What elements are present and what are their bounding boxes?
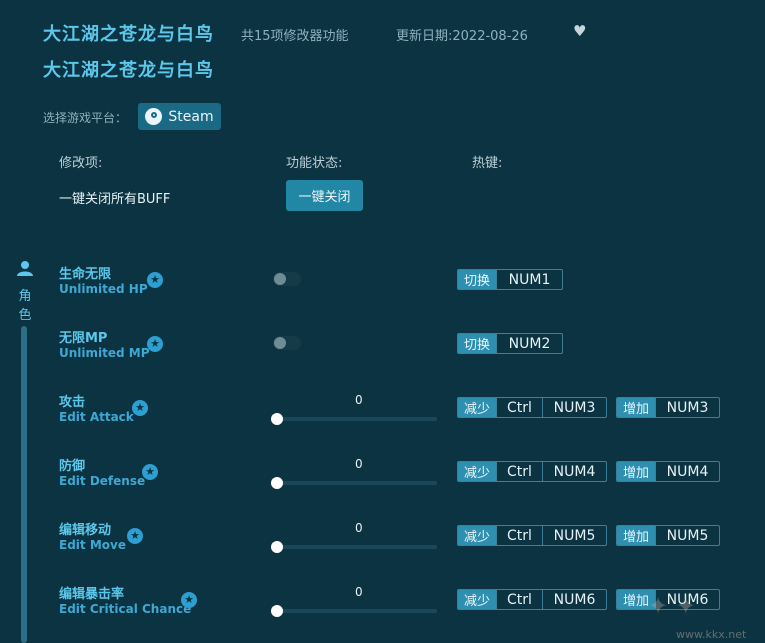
scrollbar[interactable]: [21, 326, 27, 643]
mod-name-cn: 编辑暴击率: [59, 587, 125, 602]
star-icon[interactable]: ★: [181, 592, 197, 608]
mod-name-en: Unlimited HP: [59, 282, 148, 296]
slider-track[interactable]: [276, 545, 437, 549]
hotkey-key: NUM2: [496, 334, 562, 353]
hotkey-group[interactable]: 增加 NUM3: [616, 397, 720, 418]
hotkey-key: NUM3: [655, 398, 719, 417]
platform-label: 选择游戏平台：: [43, 111, 128, 125]
update-date: 更新日期:2022-08-26: [396, 29, 528, 44]
column-status: 功能状态:: [286, 156, 343, 171]
column-mod: 修改项:: [59, 156, 103, 171]
steam-icon: [145, 108, 163, 125]
hotkey-key: NUM3: [542, 398, 606, 417]
hotkey-tag: 切换: [458, 270, 496, 289]
hotkey-key: Ctrl: [496, 526, 542, 545]
hotkey-group[interactable]: 减少 Ctrl NUM5: [457, 525, 607, 546]
slider-track[interactable]: [276, 481, 437, 485]
mod-name-en: Unlimited MP: [59, 346, 150, 360]
toggle-knob: [274, 337, 286, 349]
hotkey-tag: 增加: [617, 526, 655, 545]
mod-name-cn: 生命无限: [59, 267, 112, 282]
hotkey-key: Ctrl: [496, 590, 542, 609]
slider-track[interactable]: [276, 417, 437, 421]
hotkey-group[interactable]: 增加 NUM4: [616, 461, 720, 482]
mod-name-cn: 编辑移动: [59, 523, 112, 538]
star-icon[interactable]: ★: [127, 528, 143, 544]
mod-name-cn: 攻击: [59, 395, 86, 410]
hotkey-key: Ctrl: [496, 462, 542, 481]
watermark-url: www.kkx.net: [676, 628, 747, 641]
hotkey-group[interactable]: 减少 Ctrl NUM6: [457, 589, 607, 610]
slider-value: 0: [355, 457, 363, 471]
hotkey-group[interactable]: 切换 NUM1: [457, 269, 563, 290]
mod-name-en: Edit Defense: [59, 474, 146, 488]
feature-toggle[interactable]: [273, 336, 301, 350]
user-icon: [17, 261, 33, 276]
hotkey-tag: 减少: [458, 398, 496, 417]
game-subtitle: 大江湖之苍龙与白鸟: [43, 60, 214, 81]
star-icon[interactable]: ★: [147, 336, 163, 352]
hotkey-tag: 减少: [458, 526, 496, 545]
mod-name-en: Edit Critical Chance: [59, 602, 192, 616]
slider-value: 0: [355, 521, 363, 535]
slider-handle[interactable]: [271, 541, 283, 553]
hotkey-key: NUM5: [655, 526, 719, 545]
close-all-buff-button[interactable]: 一键关闭: [286, 180, 363, 211]
star-icon[interactable]: ★: [147, 272, 163, 288]
hotkey-group[interactable]: 增加 NUM5: [616, 525, 720, 546]
watermark-logo: ✦ ✦: [648, 592, 696, 620]
heart-icon[interactable]: ♥: [573, 22, 586, 40]
slider-track[interactable]: [276, 609, 437, 613]
feature-count: 共15项修改器功能: [241, 29, 349, 44]
slider-value: 0: [355, 585, 363, 599]
hotkey-tag: 增加: [617, 462, 655, 481]
toggle-knob: [274, 273, 286, 285]
mod-name-cn: 无限MP: [59, 331, 108, 346]
slider-value: 0: [355, 393, 363, 407]
slider-handle[interactable]: [271, 477, 283, 489]
mod-name-en: Edit Move: [59, 538, 126, 552]
steam-platform-button[interactable]: Steam: [138, 103, 221, 130]
hotkey-tag: 减少: [458, 462, 496, 481]
hotkey-tag: 增加: [617, 398, 655, 417]
hotkey-group[interactable]: 减少 Ctrl NUM3: [457, 397, 607, 418]
hotkey-key: NUM4: [542, 462, 606, 481]
hotkey-tag: 切换: [458, 334, 496, 353]
category-label[interactable]: 角色: [17, 287, 33, 325]
hotkey-key: NUM1: [496, 270, 562, 289]
slider-handle[interactable]: [271, 605, 283, 617]
hotkey-key: NUM5: [542, 526, 606, 545]
hotkey-key: Ctrl: [496, 398, 542, 417]
mod-name-en: Edit Attack: [59, 410, 134, 424]
feature-toggle[interactable]: [273, 272, 301, 286]
steam-label: Steam: [168, 108, 214, 125]
close-all-buff-label: 一键关闭所有BUFF: [59, 192, 171, 207]
hotkey-tag: 减少: [458, 590, 496, 609]
hotkey-key: NUM4: [655, 462, 719, 481]
hotkey-key: NUM6: [542, 590, 606, 609]
mod-name-cn: 防御: [59, 459, 86, 474]
hotkey-group[interactable]: 切换 NUM2: [457, 333, 563, 354]
game-title: 大江湖之苍龙与白鸟: [43, 24, 214, 45]
star-icon[interactable]: ★: [132, 400, 148, 416]
column-hotkey: 热键:: [472, 156, 503, 171]
slider-handle[interactable]: [271, 413, 283, 425]
hotkey-group[interactable]: 减少 Ctrl NUM4: [457, 461, 607, 482]
star-icon[interactable]: ★: [142, 464, 158, 480]
